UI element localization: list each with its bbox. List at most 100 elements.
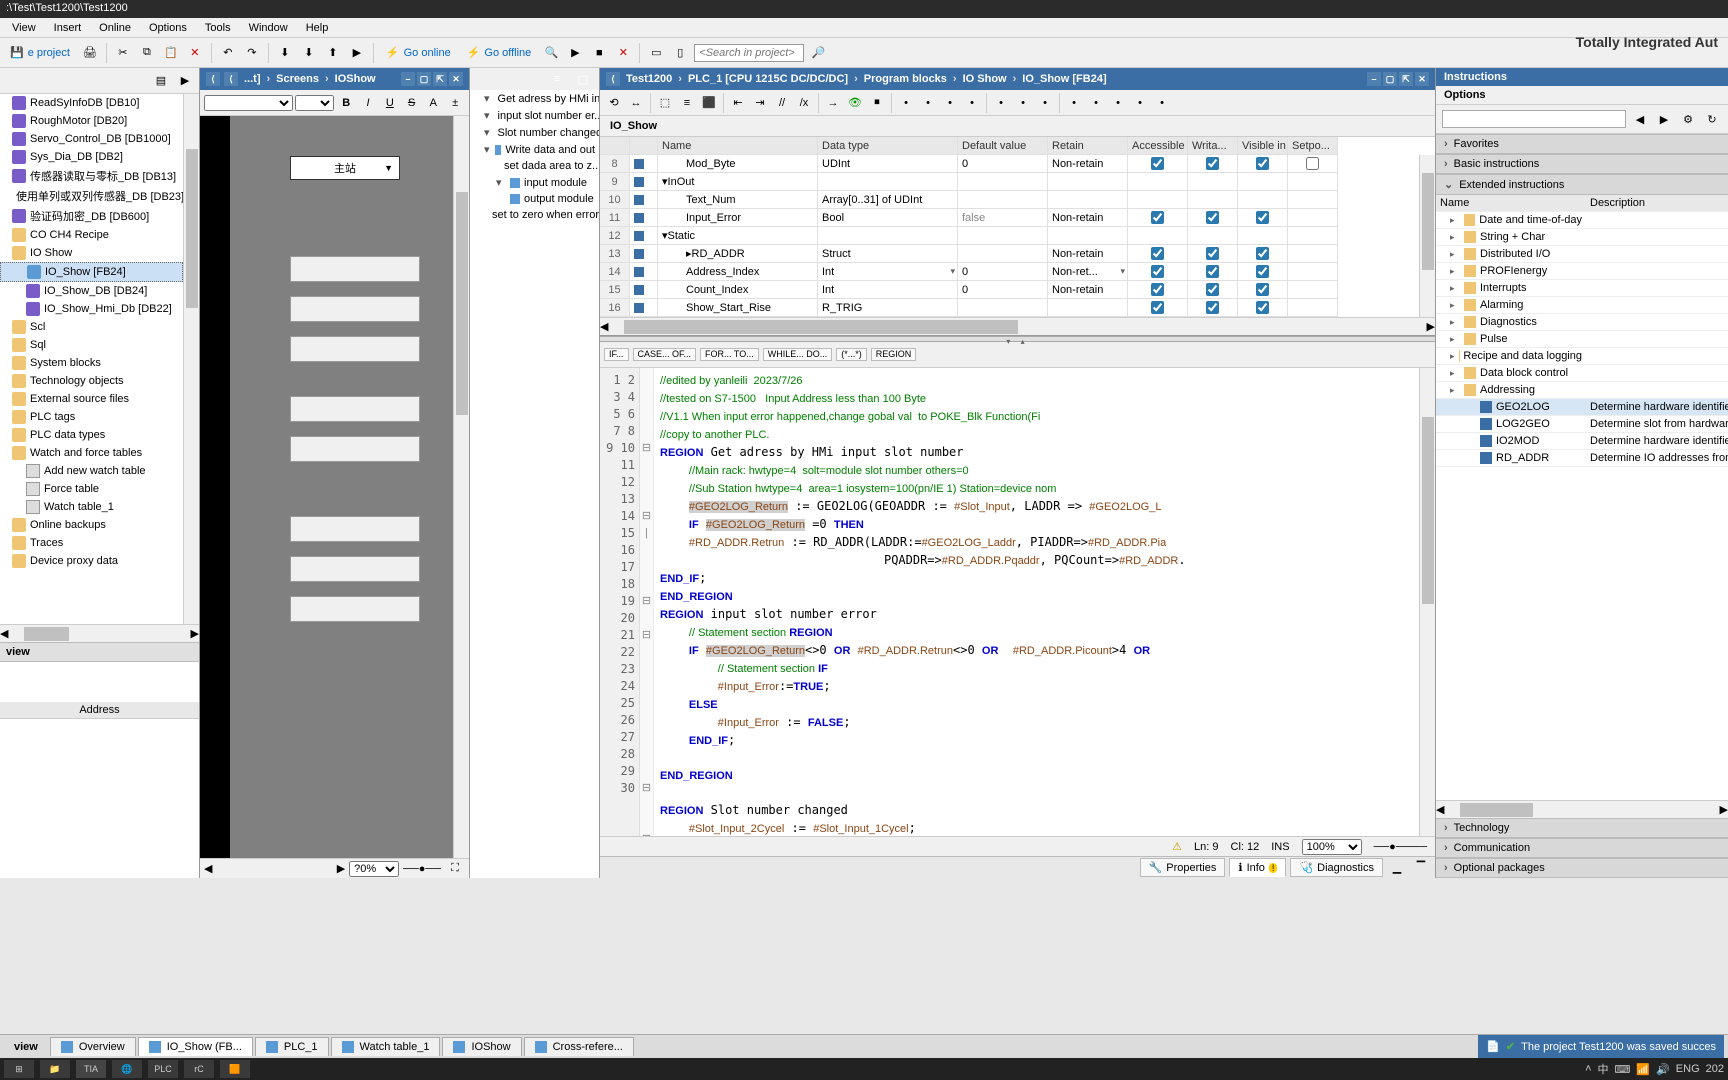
iface-cell[interactable]: [1288, 281, 1338, 299]
menu-view[interactable]: View: [4, 20, 44, 36]
crumb-0[interactable]: Test1200: [626, 73, 672, 85]
iface-cell[interactable]: [1048, 299, 1128, 317]
go-online-button[interactable]: ⚡Go online: [380, 44, 457, 61]
tree-item[interactable]: External source files: [0, 390, 183, 408]
iface-col-header[interactable]: Visible in ...: [1238, 137, 1288, 155]
outline-item[interactable]: input module: [470, 174, 599, 191]
inspector-collapse-icon[interactable]: ▁: [1387, 858, 1407, 878]
iface-col-header[interactable]: Name: [658, 137, 818, 155]
fold-mark[interactable]: [640, 423, 653, 440]
hmi-hscroll-right[interactable]: ▶: [337, 862, 345, 875]
instruction-item[interactable]: Addressing: [1436, 382, 1728, 399]
iface-cell[interactable]: false: [958, 209, 1048, 227]
menu-window[interactable]: Window: [241, 20, 296, 36]
hmi-field-3[interactable]: [290, 336, 420, 362]
outline-item[interactable]: Write data and out: [470, 141, 599, 158]
iface-checkbox[interactable]: [1206, 283, 1219, 296]
fold-mark[interactable]: [640, 746, 653, 763]
instruction-item[interactable]: LOG2GEODetermine slot from hardware id: [1436, 416, 1728, 433]
tray-lang[interactable]: ENG: [1676, 1063, 1700, 1075]
outline-tree-icon[interactable]: ⬚: [573, 69, 593, 89]
more-format-icon[interactable]: ±: [445, 93, 465, 113]
iface-cell[interactable]: [958, 227, 1048, 245]
fold-mark[interactable]: [640, 406, 653, 423]
outline-item[interactable]: Slot number changed: [470, 124, 599, 141]
editor-max-icon[interactable]: ▢: [1383, 72, 1397, 86]
hmi-crumb-screens[interactable]: Screens: [276, 73, 319, 85]
tree-item[interactable]: PLC data types: [0, 426, 183, 444]
outline-view-icon[interactable]: ≡: [547, 69, 567, 89]
tree-hscroll[interactable]: ◀▶: [0, 624, 199, 642]
doc-tab-plc1[interactable]: PLC_1: [255, 1037, 329, 1056]
tree-item[interactable]: 传感器读取与零标_DB [DB13]: [0, 166, 183, 186]
tree-item[interactable]: Watch table_1: [0, 498, 183, 516]
fold-mark[interactable]: [640, 695, 653, 712]
iface-cell[interactable]: [630, 227, 658, 245]
iface-cell[interactable]: [630, 245, 658, 263]
iface-cell[interactable]: [1188, 227, 1238, 245]
instruction-item[interactable]: Diagnostics: [1436, 314, 1728, 331]
iface-cell[interactable]: [1238, 299, 1288, 317]
bold-icon[interactable]: B: [336, 93, 356, 113]
tray-ime[interactable]: 中: [1598, 1061, 1609, 1077]
instruction-item[interactable]: Alarming: [1436, 297, 1728, 314]
iface-checkbox[interactable]: [1256, 157, 1269, 170]
iface-cell[interactable]: UDInt: [818, 155, 958, 173]
iface-checkbox[interactable]: [1256, 265, 1269, 278]
tree-item[interactable]: Sys_Dia_DB [DB2]: [0, 148, 183, 166]
instructions-search-input[interactable]: [1442, 110, 1626, 128]
hmi-max-icon[interactable]: ▢: [417, 72, 431, 86]
iface-cell[interactable]: Struct: [818, 245, 958, 263]
iface-cell[interactable]: [1188, 173, 1238, 191]
fold-mark[interactable]: [640, 576, 653, 593]
iface-cell[interactable]: [1238, 173, 1288, 191]
iface-cell[interactable]: ▾ Static: [658, 227, 818, 245]
tree-item[interactable]: Add new watch table: [0, 462, 183, 480]
iface-cell[interactable]: [1188, 191, 1238, 209]
iface-cell[interactable]: 13: [600, 245, 630, 263]
hmi-vscroll[interactable]: [453, 116, 469, 858]
tree-item[interactable]: RoughMotor [DB20]: [0, 112, 183, 130]
hmi-hscroll-left[interactable]: ◀: [204, 862, 212, 875]
doc-tab-ioshow-hmi[interactable]: IOShow: [442, 1037, 521, 1056]
doc-view-head[interactable]: view: [4, 1038, 48, 1056]
hmi-field-1[interactable]: [290, 256, 420, 282]
hmi-field-6[interactable]: [290, 516, 420, 542]
scl-case[interactable]: CASE... OF...: [633, 348, 697, 362]
iface-checkbox[interactable]: [1151, 301, 1164, 314]
instr-search-next-icon[interactable]: ▶: [1654, 109, 1674, 129]
iface-cell[interactable]: [1288, 263, 1338, 281]
iface-cell[interactable]: [630, 155, 658, 173]
iface-checkbox[interactable]: [1151, 211, 1164, 224]
fold-mark[interactable]: ⊟: [640, 627, 653, 644]
hmi-field-2[interactable]: [290, 296, 420, 322]
fold-mark[interactable]: [640, 542, 653, 559]
iface-cell[interactable]: [1188, 263, 1238, 281]
iface-col-header[interactable]: Writa...: [1188, 137, 1238, 155]
iface-cell[interactable]: [1188, 245, 1238, 263]
hmi-size-select[interactable]: [295, 95, 335, 111]
iface-col-header[interactable]: Retain: [1048, 137, 1128, 155]
ed-tb-1[interactable]: ⟲: [604, 93, 624, 113]
scl-if[interactable]: IF...: [604, 348, 629, 362]
upload-icon[interactable]: ⬆: [323, 43, 343, 63]
section-communication[interactable]: Communication: [1436, 838, 1728, 858]
layout2-icon[interactable]: ▯: [670, 43, 690, 63]
tree-item[interactable]: Sql: [0, 336, 183, 354]
task-plcsim[interactable]: PLC: [148, 1060, 178, 1078]
underline-icon[interactable]: U: [380, 93, 400, 113]
ed-tb-b[interactable]: •: [918, 93, 938, 113]
iface-cell[interactable]: [630, 173, 658, 191]
inspector-expand-icon[interactable]: ▔: [1411, 858, 1431, 878]
code-content[interactable]: //edited by yanleili 2023/7/26 //tested …: [654, 368, 1435, 836]
strike-icon[interactable]: S: [402, 93, 422, 113]
tray-vol-icon[interactable]: 🔊: [1656, 1063, 1670, 1076]
instruction-item[interactable]: String + Char: [1436, 229, 1728, 246]
hmi-min-icon[interactable]: –: [401, 72, 415, 86]
instr-refresh-icon[interactable]: ↻: [1702, 109, 1722, 129]
iface-cell[interactable]: [1238, 263, 1288, 281]
iface-cell[interactable]: [1238, 191, 1288, 209]
instr-hscroll[interactable]: ◀▶: [1436, 800, 1728, 818]
code-vscroll[interactable]: [1419, 368, 1435, 836]
iface-checkbox[interactable]: [1256, 283, 1269, 296]
